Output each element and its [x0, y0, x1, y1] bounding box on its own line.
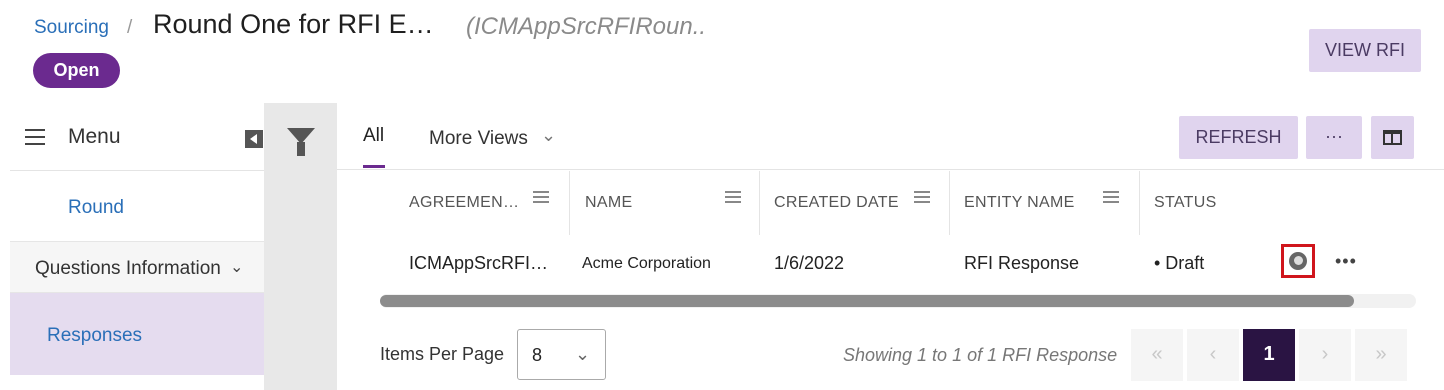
- column-menu-icon[interactable]: [533, 191, 549, 205]
- cell-status: • Draft: [1154, 253, 1205, 273]
- cell-agreement[interactable]: ICMAppSrcRFI…: [409, 253, 548, 274]
- collapse-sidebar-icon[interactable]: [245, 130, 263, 148]
- breadcrumb-separator: /: [127, 17, 133, 38]
- page-1-button[interactable]: 1: [1243, 329, 1295, 381]
- sidebar-item-questions-information[interactable]: Questions Information ⌄: [10, 241, 264, 293]
- column-header-label: ENTITY NAME: [964, 194, 1075, 211]
- horizontal-scrollbar[interactable]: [380, 294, 1416, 308]
- items-per-page-value: 8: [532, 345, 543, 365]
- active-tab-indicator: [363, 165, 385, 168]
- items-per-page-select[interactable]: 8 ⌄: [517, 329, 606, 380]
- column-header-label: CREATED DATE: [774, 194, 899, 211]
- pagination-info: Showing 1 to 1 of 1 RFI Response: [843, 345, 1118, 365]
- cell-created-date: 1/6/2022: [774, 253, 845, 273]
- tabs-row: All More Views ⌄ REFRESH ···: [337, 103, 1444, 170]
- page-title: Round One for RFI E…: [153, 9, 434, 39]
- column-divider: [759, 171, 760, 235]
- sidebar-item-label: Questions Information: [35, 258, 221, 279]
- view-response-button[interactable]: [1281, 244, 1315, 278]
- view-rfi-button[interactable]: VIEW RFI: [1309, 29, 1421, 72]
- column-divider: [949, 171, 950, 235]
- prev-page-button[interactable]: ‹: [1187, 329, 1239, 381]
- filter-panel: [264, 103, 337, 390]
- column-header-label: AGREEMEN…: [409, 194, 520, 211]
- column-menu-icon[interactable]: [914, 191, 930, 205]
- chevron-down-icon[interactable]: ⌄: [541, 125, 556, 146]
- sidebar-item-responses[interactable]: Responses: [10, 293, 264, 375]
- chevron-down-icon: ⌄: [575, 344, 591, 364]
- column-header-status[interactable]: STATUS: [1154, 171, 1274, 235]
- scrollbar-thumb[interactable]: [380, 295, 1354, 307]
- column-header-entity-name[interactable]: ENTITY NAME: [964, 171, 1124, 235]
- sidebar-item-round[interactable]: Round: [68, 197, 124, 219]
- column-divider: [569, 171, 570, 235]
- split-view-button[interactable]: [1371, 116, 1414, 159]
- column-header-agreement[interactable]: AGREEMEN…: [409, 171, 569, 235]
- cell-entity-name: RFI Response: [964, 253, 1080, 273]
- column-header-created-date[interactable]: CREATED DATE: [774, 171, 944, 235]
- items-per-page-label: Items Per Page: [380, 344, 505, 364]
- column-menu-icon[interactable]: [1103, 191, 1119, 205]
- next-page-button[interactable]: ›: [1299, 329, 1351, 381]
- tab-all[interactable]: All: [363, 125, 384, 147]
- split-view-icon: [1383, 130, 1402, 145]
- main-panel: All More Views ⌄ REFRESH ··· AGREEMEN… N…: [337, 103, 1444, 390]
- menu-label: Menu: [68, 125, 121, 148]
- sidebar: Menu Round Questions Information ⌄ Respo…: [10, 103, 264, 390]
- page-subtitle: (ICMAppSrcRFIRoun..: [466, 13, 707, 40]
- first-page-button[interactable]: «: [1131, 329, 1183, 381]
- filter-icon[interactable]: [287, 128, 315, 156]
- column-divider: [1139, 171, 1140, 235]
- eye-icon: [1289, 252, 1307, 270]
- more-actions-button[interactable]: ···: [1306, 116, 1362, 159]
- chevron-down-icon: ⌄: [230, 259, 244, 276]
- column-menu-icon[interactable]: [725, 191, 741, 205]
- row-actions-icon[interactable]: •••: [1335, 251, 1357, 272]
- column-header-name[interactable]: NAME: [585, 171, 755, 235]
- column-header-label: STATUS: [1154, 194, 1217, 211]
- status-badge: Open: [33, 53, 120, 88]
- page-header: Sourcing / Round One for RFI E… (ICMAppS…: [0, 0, 1444, 100]
- column-header-label: NAME: [585, 194, 633, 211]
- refresh-button[interactable]: REFRESH: [1179, 116, 1298, 159]
- last-page-button[interactable]: »: [1355, 329, 1407, 381]
- cell-name: Acme Corporation: [582, 255, 711, 272]
- sidebar-menu-row: Menu: [10, 103, 264, 171]
- tab-more-views[interactable]: More Views: [429, 128, 528, 150]
- breadcrumb-sourcing[interactable]: Sourcing: [34, 17, 109, 39]
- hamburger-icon[interactable]: [25, 129, 45, 145]
- sidebar-item-label: Responses: [47, 325, 143, 346]
